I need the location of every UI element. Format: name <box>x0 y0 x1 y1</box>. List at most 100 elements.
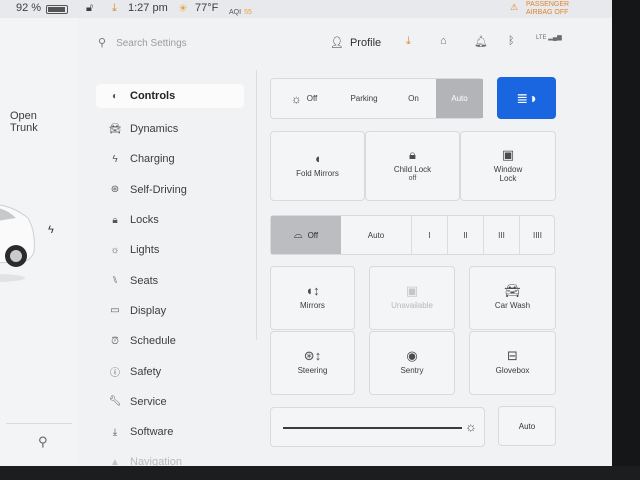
wiper-option-label: Off <box>307 230 319 240</box>
camera-icon: ▣ <box>405 283 419 298</box>
charge-port-bolt-icon[interactable]: ϟ <box>48 224 54 236</box>
menu-item-seats[interactable]: ⑊ Seats <box>96 265 244 295</box>
menu-item-label: Safety <box>130 365 162 378</box>
wiper-option-label: III <box>498 230 505 240</box>
car-wash-button[interactable]: 🚘︎ Car Wash <box>469 266 556 330</box>
fold-mirrors-label: Fold Mirrors <box>296 169 339 178</box>
lights-option-label: Off <box>306 94 318 103</box>
lights-option-parking[interactable]: Parking <box>337 79 391 118</box>
bluetooth-icon[interactable]: ᛒ <box>508 35 515 47</box>
menu-item-dynamics[interactable]: 🚘︎ Dynamics <box>96 114 244 144</box>
glovebox-button[interactable]: ⊟ Glovebox <box>469 331 556 395</box>
brightness-auto-button[interactable]: Auto <box>498 406 556 446</box>
trunk-label-line-2: Trunk <box>10 122 38 134</box>
lights-option-auto[interactable]: Auto <box>436 79 483 118</box>
lte-signal-icon: LTE ▂▄▆ <box>536 35 562 41</box>
lights-option-on[interactable]: On <box>391 79 436 118</box>
car-panel-search[interactable]: ⚲ <box>6 423 72 463</box>
fold-mirrors-button[interactable]: ◖ Fold Mirrors <box>270 131 365 201</box>
menu-item-navigation[interactable]: ▲ Navigation <box>96 447 244 466</box>
search-icon[interactable]: ⚲ <box>38 434 48 450</box>
child-lock-state: off <box>408 174 417 182</box>
outside-temperature: 77°F <box>195 2 219 14</box>
search-settings-input[interactable]: ⚲ Search Settings <box>98 36 187 49</box>
profile-label: Profile <box>349 37 382 49</box>
lights-option-label: Parking <box>350 94 378 103</box>
menu-item-self-driving[interactable]: ⊛ Self-Driving <box>96 175 244 205</box>
lock-icon: 🔒︎ <box>112 214 118 226</box>
brightness-track[interactable] <box>283 427 462 429</box>
car-icon: 🚘︎ <box>504 283 521 298</box>
steering-label: Steering <box>297 366 328 375</box>
window-lock-label: Window Lock <box>493 164 523 183</box>
menu-item-controls[interactable]: ◐ Controls <box>96 84 244 108</box>
lights-option-off[interactable]: ☼ Off <box>271 79 337 118</box>
menu-item-schedule[interactable]: ⏰︎ Schedule <box>96 326 244 356</box>
battery-icon <box>43 3 68 15</box>
lights-option-label: Auto <box>451 94 468 103</box>
glovebox-label: Glovebox <box>495 366 530 375</box>
open-trunk-button[interactable]: Open Trunk <box>10 110 38 134</box>
battery-percent: 92 % <box>16 2 42 14</box>
airbag-line-2: AIRBAG OFF <box>526 9 569 16</box>
menu-item-label: Schedule <box>130 335 176 348</box>
bell-icon[interactable]: 🔔︎ <box>474 35 488 48</box>
window-lock-button[interactable]: ▣ Window Lock <box>460 131 556 201</box>
menu-item-lights[interactable]: ☼ Lights <box>96 235 244 265</box>
mirrors-button[interactable]: ◖↕ Mirrors <box>270 266 355 330</box>
sun-weather-icon: ☀ <box>178 3 188 15</box>
menu-item-charging[interactable]: ϟ Charging <box>96 144 244 174</box>
update-download-icon[interactable]: ⤓ <box>112 2 117 15</box>
airbag-line-1: PASSENGER <box>526 1 570 8</box>
wiper-option-4[interactable]: IIII <box>519 216 555 254</box>
brightness-sun-icon: ☼ <box>465 419 477 434</box>
search-icon: ⚲ <box>98 37 107 49</box>
child-lock-button[interactable]: 🔒︎ Child Lock off <box>365 131 460 201</box>
high-beam-button[interactable]: ≣◑ <box>497 77 556 119</box>
menu-item-safety[interactable]: ⓘ Safety <box>96 356 244 386</box>
wiper-option-1[interactable]: I <box>411 216 447 254</box>
menu-item-locks[interactable]: 🔒︎ Locks <box>96 205 244 235</box>
menu-item-software[interactable]: ⤓ Software <box>96 417 244 447</box>
wiper-option-auto[interactable]: Auto <box>341 216 411 254</box>
steering-adjust-button[interactable]: ⊛↕ Steering <box>270 331 355 395</box>
screen-bezel-bottom <box>0 466 640 480</box>
lights-option-label: On <box>408 94 419 103</box>
car-icon: 🚘︎ <box>108 123 122 135</box>
wrench-icon: 🔧︎ <box>108 396 122 408</box>
wiper-option-off[interactable]: ⌓ Off <box>271 216 341 254</box>
menu-item-service[interactable]: 🔧︎ Service <box>96 387 244 417</box>
wiper-option-label: II <box>463 230 468 240</box>
mirror-icon: ◖ <box>313 151 322 166</box>
menu-item-label: Navigation <box>130 456 182 466</box>
child-lock-label: Child Lock <box>393 164 432 174</box>
home-garage-icon[interactable]: ⌂ <box>440 35 447 47</box>
download-icon[interactable]: ⤓ <box>406 35 411 48</box>
airbag-icon: ⚠ <box>510 2 519 12</box>
unlock-icon[interactable]: 🔓︎ <box>86 2 93 15</box>
passenger-airbag-status: PASSENGER AIRBAG OFF <box>526 1 569 17</box>
wiper-option-3[interactable]: III <box>483 216 519 254</box>
sentry-label: Sentry <box>400 366 424 375</box>
brightness-auto-label: Auto <box>518 421 536 431</box>
steering-wheel-icon: ⊛ <box>110 184 120 196</box>
menu-item-label: Software <box>130 426 174 439</box>
light-icon: ☼ <box>290 91 302 106</box>
display-brightness-slider[interactable]: ☼ <box>270 407 485 447</box>
child-lock-icon: 🔒︎ <box>409 146 416 162</box>
sentry-button[interactable]: ◉ Sentry <box>369 331 455 395</box>
menu-item-display[interactable]: ▭ Display <box>96 296 244 326</box>
menu-item-label: Locks <box>130 214 159 227</box>
settings-menu: ◐ Controls 🚘︎ Dynamics ϟ Charging ⊛ Self-Dri… <box>96 84 244 466</box>
wiper-speed-selector: ⌓ Off Auto I II III IIII <box>270 215 555 255</box>
light-icon: ☼ <box>110 244 120 256</box>
wiper-option-label: Auto <box>367 230 385 240</box>
screen-bezel-right <box>612 0 640 480</box>
person-icon: 👤︎ <box>330 37 344 49</box>
wiper-option-2[interactable]: II <box>447 216 483 254</box>
sidebar-divider <box>256 70 257 340</box>
touchscreen: 92 % 🔓︎ ⤓ 1:27 pm ☀ 77°F AQI 55 ⚠ PASSEN… <box>0 0 612 466</box>
aqi-readout: AQI 55 <box>229 5 252 17</box>
profile-button[interactable]: 👤︎ Profile <box>330 36 381 49</box>
navigation-arrow-icon: ▲ <box>110 456 120 466</box>
